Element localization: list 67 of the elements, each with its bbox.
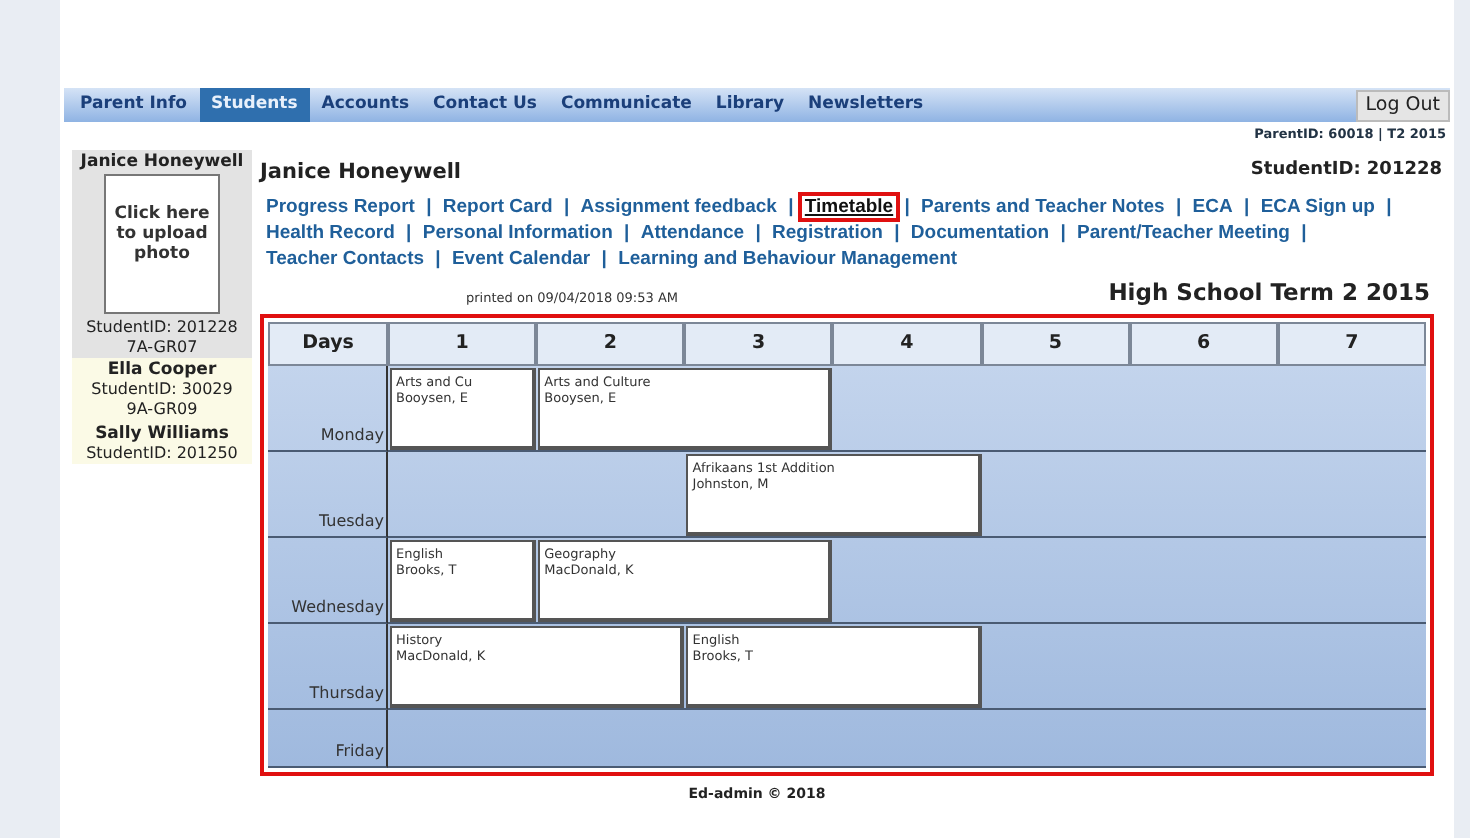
report-link[interactable]: Parents and Teacher Notes xyxy=(915,191,1171,221)
link-separator: | xyxy=(1244,195,1250,217)
link-separator: | xyxy=(755,221,761,243)
student-id: StudentID: 201228 xyxy=(1250,157,1442,184)
report-link[interactable]: Progress Report xyxy=(260,191,421,221)
period-header: 5 xyxy=(981,321,1130,366)
period-header: 3 xyxy=(684,321,833,366)
day-label: Thursday xyxy=(268,623,388,710)
student-name: Ella Cooper xyxy=(105,360,219,381)
student-card[interactable]: Ella Cooper StudentID: 30029 9A-GR09 xyxy=(72,358,252,421)
period-header: 4 xyxy=(832,321,982,366)
link-separator: | xyxy=(894,221,900,243)
class-label: 9A-GR09 xyxy=(124,399,200,419)
link-separator: | xyxy=(406,221,412,243)
report-link[interactable]: Registration xyxy=(766,217,889,247)
upload-photo-button[interactable]: Click here to upload photo xyxy=(104,173,220,314)
student-name: Janice Honeywell xyxy=(260,157,462,188)
day-label: Monday xyxy=(268,365,388,452)
nav-tab[interactable]: Parent Info xyxy=(68,88,200,122)
nav-tab[interactable]: Library xyxy=(703,88,796,122)
link-separator: | xyxy=(788,195,794,217)
link-separator: | xyxy=(1060,221,1066,243)
link-separator: | xyxy=(904,195,910,217)
link-separator: | xyxy=(1175,195,1182,217)
nav-tab[interactable]: Newsletters xyxy=(795,88,936,122)
report-link[interactable]: Report Card xyxy=(436,191,559,221)
nav-tab[interactable]: Communicate xyxy=(548,88,704,122)
period-header: 2 xyxy=(536,321,685,366)
period-header: 6 xyxy=(1129,321,1278,366)
link-separator: | xyxy=(435,247,441,269)
nav-tab[interactable]: Students xyxy=(199,88,310,122)
student-card[interactable]: Janice Honeywell Click here to upload photo StudentID: 201228 7A-GR07 xyxy=(72,149,252,359)
student-id: StudentID: 201228 xyxy=(84,317,240,338)
term-title: High School Term 2 2015 xyxy=(1108,275,1430,309)
logout-button[interactable]: Log Out xyxy=(1355,90,1450,122)
column-header: Days xyxy=(268,321,388,366)
day-label: Tuesday xyxy=(268,451,388,538)
nav-tab[interactable]: Accounts xyxy=(309,88,422,122)
report-link[interactable]: Teacher Contacts xyxy=(260,243,431,273)
student-id: StudentID: 30029 xyxy=(89,380,235,400)
report-link[interactable]: Assignment feedback xyxy=(574,191,783,221)
class-label: 7A-GR07 xyxy=(124,337,200,357)
student-name: Janice Honeywell xyxy=(77,151,246,172)
report-link[interactable]: Timetable xyxy=(798,191,900,221)
student-card[interactable]: Sally Williams StudentID: 201250 xyxy=(72,421,252,465)
period-header: 7 xyxy=(1277,321,1426,366)
report-link[interactable]: Event Calendar xyxy=(445,243,597,273)
student-id: StudentID: 201250 xyxy=(84,443,240,463)
day-label: Friday xyxy=(268,709,388,768)
report-link[interactable]: Health Record xyxy=(260,217,401,247)
link-separator: | xyxy=(1386,195,1392,217)
link-separator: | xyxy=(624,221,630,243)
report-link[interactable]: Personal Information xyxy=(416,217,619,247)
link-separator: | xyxy=(601,247,607,269)
link-separator: | xyxy=(426,195,432,217)
link-separator: | xyxy=(563,195,570,217)
report-link[interactable]: Parent/Teacher Meeting xyxy=(1071,217,1296,247)
report-link[interactable]: Attendance xyxy=(634,217,751,247)
period-header: 1 xyxy=(388,321,537,366)
day-label: Wednesday xyxy=(268,537,388,624)
report-link[interactable]: Documentation xyxy=(904,217,1056,247)
report-link[interactable]: ECA xyxy=(1186,191,1239,221)
report-link[interactable]: ECA Sign up xyxy=(1254,191,1381,221)
student-name: Sally Williams xyxy=(93,423,231,444)
nav-tab[interactable]: Contact Us xyxy=(421,88,549,122)
report-link[interactable]: Learning and Behaviour Management xyxy=(612,243,964,273)
link-separator: | xyxy=(1301,221,1307,243)
